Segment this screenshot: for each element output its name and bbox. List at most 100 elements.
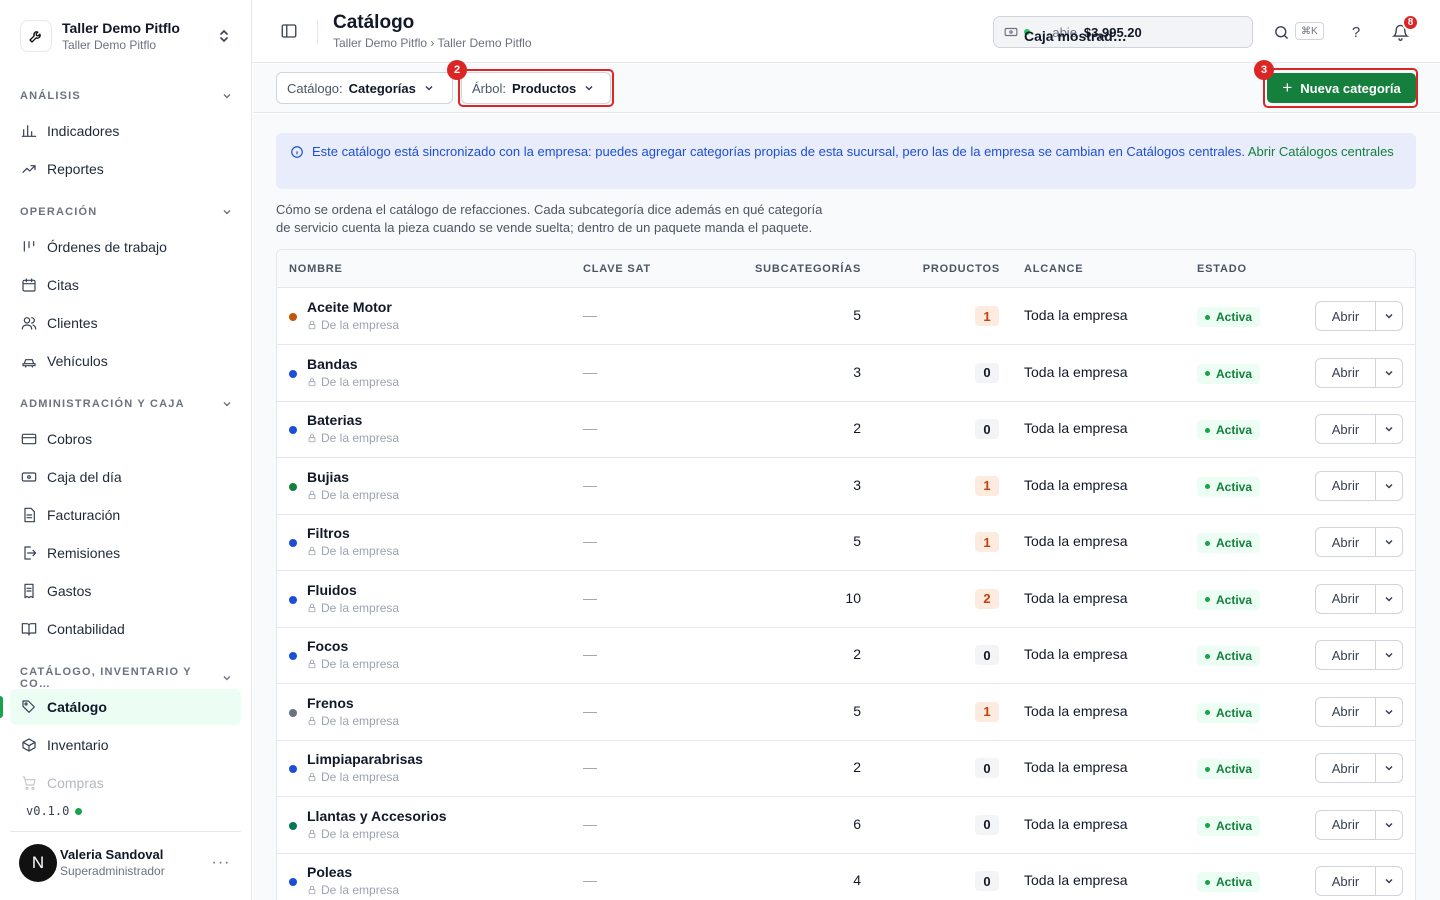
category-name[interactable]: Bujias	[307, 469, 349, 485]
new-category-button[interactable]: + Nueva categoría	[1267, 73, 1416, 103]
sidebar-item-label: Facturación	[47, 507, 121, 523]
open-button[interactable]: Abrir	[1316, 697, 1376, 726]
chevron-down-icon[interactable]	[1376, 302, 1402, 330]
sidebar-item-1-3[interactable]: Vehículos	[10, 343, 241, 379]
col-products[interactable]: PRODUCTOS	[917, 263, 1000, 275]
catalog-select[interactable]: Catálogo: Categorías	[276, 72, 453, 104]
open-button[interactable]: Abrir	[1316, 471, 1376, 500]
category-color-dot	[289, 765, 297, 773]
category-name[interactable]: Baterias	[307, 412, 362, 428]
sidebar-item-2-3[interactable]: Remisiones	[10, 535, 241, 571]
sidebar-item-3-1[interactable]: Inventario	[10, 727, 241, 763]
chevron-down-icon[interactable]	[1376, 641, 1402, 669]
chevron-down-icon[interactable]	[1376, 811, 1402, 839]
open-button-group: Abrir	[1315, 640, 1403, 670]
sidebar-toggle-icon[interactable]	[280, 22, 300, 42]
org-subtitle: Taller Demo Pitflo	[62, 38, 157, 52]
avatar: N	[19, 843, 57, 882]
export-icon	[20, 545, 37, 562]
chevron-down-icon[interactable]	[1376, 359, 1402, 387]
status-dot	[1205, 314, 1210, 320]
sidebar-item-1-0[interactable]: Órdenes de trabajo	[10, 229, 241, 265]
user-role: Superadministrador	[60, 864, 165, 878]
sidebar-item-0-1[interactable]: Reportes	[10, 151, 241, 187]
sidebar-item-2-4[interactable]: Gastos	[10, 573, 241, 609]
sidebar-item-3-0[interactable]: Catálogo	[10, 689, 241, 725]
open-button[interactable]: Abrir	[1316, 528, 1376, 556]
open-button[interactable]: Abrir	[1316, 358, 1376, 387]
step-badge-2: 2	[447, 60, 467, 80]
page-title: Catálogo	[333, 12, 415, 33]
category-name[interactable]: Poleas	[307, 864, 352, 880]
table-row: Aceite Motor De la empresa — 5 1 Toda la…	[277, 288, 1415, 345]
sidebar-item-0-0[interactable]: Indicadores	[10, 113, 241, 149]
chevron-down-icon[interactable]	[1376, 415, 1402, 443]
col-scope[interactable]: ALCANCE	[1024, 263, 1083, 275]
section-label-1[interactable]: OPERACIÓN	[20, 206, 232, 218]
sidebar-item-2-0[interactable]: Cobros	[10, 421, 241, 457]
sidebar-item-1-2[interactable]: Clientes	[10, 305, 241, 341]
shortcut-hint: ⌘K	[1295, 22, 1324, 40]
sat-key: —	[583, 872, 597, 888]
tree-select[interactable]: Árbol: Productos	[461, 72, 611, 104]
sidebar: Taller Demo Pitflo Taller Demo Pitflo AN…	[0, 0, 252, 900]
origin-label: De la empresa	[321, 544, 400, 558]
sidebar-item-1-1[interactable]: Citas	[10, 267, 241, 303]
chevron-down-icon[interactable]	[1376, 585, 1402, 613]
cash-register-pill[interactable]: Caja mostrad… · abie $3,995.20	[993, 16, 1253, 48]
sidebar-item-2-1[interactable]: Caja del día	[10, 459, 241, 495]
more-icon[interactable]: ···	[209, 854, 233, 872]
chevron-down-icon[interactable]	[1376, 754, 1402, 782]
category-name[interactable]: Llantas y Accesorios	[307, 808, 447, 824]
org-switcher[interactable]: Taller Demo Pitflo Taller Demo Pitflo	[10, 8, 242, 64]
sat-key: —	[583, 815, 597, 832]
table-row: Poleas De la empresa — 4 0 Toda la empre…	[277, 853, 1415, 900]
open-button[interactable]: Abrir	[1316, 754, 1376, 782]
user-name: Valeria Sandoval	[60, 847, 164, 862]
chevron-down-icon	[223, 94, 231, 99]
table-row: Focos De la empresa — 2 0 Toda la empres…	[277, 627, 1415, 684]
sidebar-item-2-2[interactable]: Facturación	[10, 497, 241, 533]
open-button[interactable]: Abrir	[1316, 415, 1376, 443]
category-name[interactable]: Focos	[307, 638, 348, 654]
col-status[interactable]: ESTADO	[1197, 263, 1247, 275]
chevron-down-icon[interactable]	[1376, 698, 1402, 726]
section-label-0[interactable]: ANÁLISIS	[20, 90, 232, 102]
sat-key: —	[583, 476, 597, 493]
open-button[interactable]: Abrir	[1316, 302, 1376, 330]
chevron-down-icon[interactable]	[1376, 528, 1402, 556]
user-menu[interactable]: N Valeria Sandoval Superadministrador ··…	[10, 831, 241, 893]
col-sat[interactable]: CLAVE SAT	[583, 263, 651, 275]
open-button[interactable]: Abrir	[1316, 810, 1376, 839]
open-button[interactable]: Abrir	[1316, 867, 1376, 895]
open-button-group: Abrir	[1315, 470, 1403, 501]
category-name[interactable]: Bandas	[307, 356, 358, 372]
col-name[interactable]: NOMBRE	[289, 263, 343, 275]
chevron-down-icon[interactable]	[1376, 472, 1402, 500]
open-button[interactable]: Abrir	[1316, 641, 1376, 669]
central-catalogs-link[interactable]: Abrir Catálogos centrales	[1248, 144, 1394, 159]
sidebar-item-3-2[interactable]: Compras	[10, 765, 241, 801]
col-subcategories[interactable]: SUBCATEGORÍAS	[755, 263, 861, 275]
category-origin: De la empresa	[307, 488, 399, 502]
search-icon[interactable]	[1271, 22, 1291, 42]
tree-select-label: Árbol:	[472, 80, 506, 96]
category-name[interactable]: Filtros	[307, 525, 350, 541]
help-icon[interactable]: ?	[1346, 22, 1366, 42]
chevron-down-icon	[425, 85, 433, 91]
section-label-3[interactable]: CATÁLOGO, INVENTARIO Y CO…	[20, 666, 232, 690]
status-label: Activa	[1216, 479, 1253, 494]
chevron-down-icon[interactable]	[1376, 867, 1402, 895]
section-label-2[interactable]: ADMINISTRACIÓN Y CAJA	[20, 398, 232, 410]
category-name[interactable]: Frenos	[307, 695, 354, 711]
category-name[interactable]: Fluidos	[307, 582, 357, 598]
open-button[interactable]: Abrir	[1316, 584, 1376, 613]
section-title: CATÁLOGO, INVENTARIO Y CO…	[20, 666, 192, 690]
banner-text: Este catálogo está sincronizado con la e…	[312, 144, 1245, 159]
kanban-icon	[20, 239, 37, 256]
sidebar-item-2-5[interactable]: Contabilidad	[10, 611, 241, 647]
category-name[interactable]: Aceite Motor	[307, 299, 392, 315]
status-dot	[1205, 371, 1210, 376]
category-name[interactable]: Limpiaparabrisas	[307, 751, 423, 767]
category-origin: De la empresa	[307, 375, 399, 389]
